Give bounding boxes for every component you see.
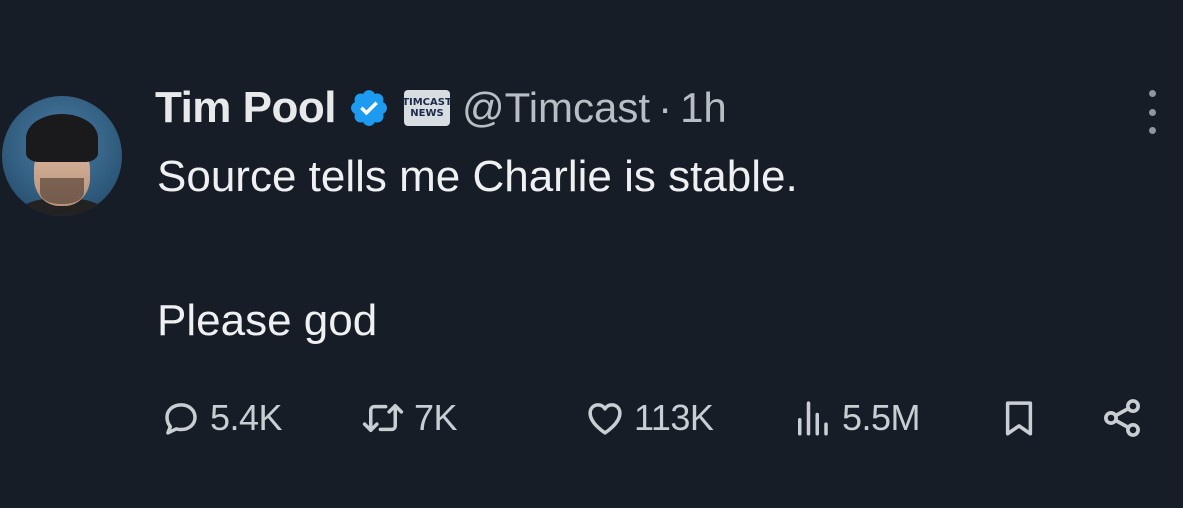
reply-count: 5.4K bbox=[210, 397, 283, 438]
affiliate-badge[interactable]: TIMCAST NEWS bbox=[402, 90, 452, 126]
reply-icon bbox=[165, 403, 197, 435]
bookmark-button[interactable] bbox=[998, 392, 1040, 444]
views-button[interactable]: 5.5M bbox=[790, 392, 921, 444]
tweet-card[interactable]: Tim Pool TIMCAST NEWS @Timcast · 1h Sour… bbox=[0, 0, 1183, 508]
tweet-time[interactable]: 1h bbox=[680, 84, 727, 132]
verified-badge-icon[interactable] bbox=[348, 87, 390, 129]
views-icon bbox=[798, 401, 828, 436]
author-name[interactable]: Tim Pool bbox=[155, 83, 336, 133]
author-handle[interactable]: @Timcast bbox=[462, 84, 650, 132]
header-separator: · bbox=[658, 84, 673, 131]
avatar-beard bbox=[40, 178, 84, 204]
retweet-icon bbox=[362, 404, 404, 432]
reply-button[interactable]: 5.4K bbox=[160, 392, 283, 444]
more-dot bbox=[1148, 90, 1156, 97]
like-count: 113K bbox=[634, 397, 714, 438]
share-button[interactable] bbox=[1100, 392, 1144, 444]
affiliate-badge-line-1: TIMCAST bbox=[402, 97, 452, 108]
heart-icon bbox=[588, 403, 622, 435]
bookmark-icon bbox=[1005, 401, 1033, 436]
views-count: 5.5M bbox=[842, 397, 921, 438]
tweet-actions: 5.4K 7K 113K 5.5M bbox=[160, 392, 1150, 444]
like-button[interactable]: 113K bbox=[584, 392, 714, 444]
more-dot bbox=[1148, 108, 1156, 116]
more-icon[interactable] bbox=[1140, 90, 1164, 134]
share-icon bbox=[1104, 399, 1140, 437]
affiliate-badge-line-2: NEWS bbox=[410, 108, 444, 119]
tweet-header: Tim Pool TIMCAST NEWS @Timcast · 1h bbox=[155, 78, 727, 138]
avatar[interactable] bbox=[2, 96, 122, 216]
tweet-text-line: Please god bbox=[157, 296, 378, 345]
avatar-beanie bbox=[26, 114, 98, 162]
repost-count: 7K bbox=[414, 397, 458, 438]
repost-button[interactable]: 7K bbox=[360, 392, 458, 444]
tweet-text-line: Source tells me Charlie is stable. bbox=[157, 152, 798, 201]
more-dot bbox=[1148, 127, 1156, 134]
